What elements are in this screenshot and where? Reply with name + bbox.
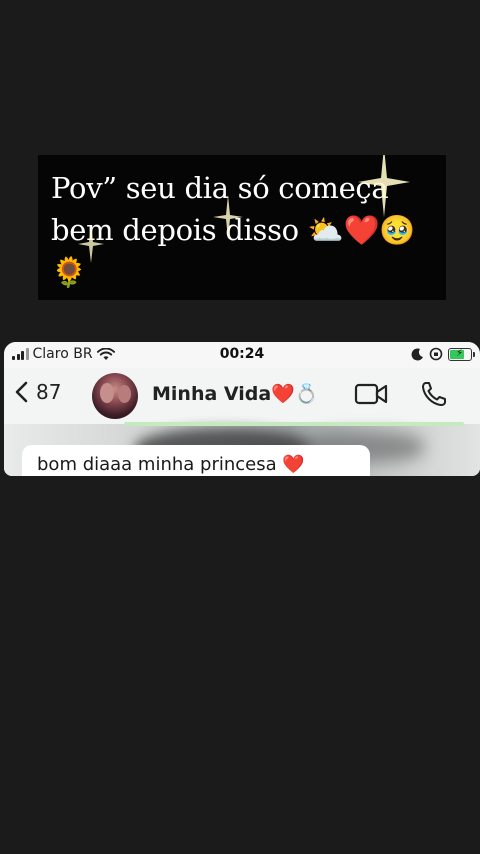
outgoing-bubble-edge xyxy=(124,422,464,426)
chat-screenshot: Claro BR 00:24 ⚡ 87 Minha Vida❤️💍 bom di… xyxy=(4,342,480,476)
battery-icon: ⚡ xyxy=(448,347,475,361)
avatar[interactable] xyxy=(92,373,138,419)
back-button[interactable]: 87 xyxy=(14,380,61,404)
caption-line-1: Pov” seu dia só começa xyxy=(51,171,389,205)
message-bubble[interactable]: bom diaaa minha princesa ❤️ xyxy=(22,445,370,476)
caption-text: Pov” seu dia só começa bem depois disso … xyxy=(51,167,441,293)
status-time: 00:24 xyxy=(219,346,265,362)
moon-icon xyxy=(411,347,423,360)
status-icons: ⚡ xyxy=(411,347,475,361)
contact-name[interactable]: Minha Vida❤️💍 xyxy=(152,382,319,405)
chevron-left-icon xyxy=(15,381,28,403)
video-call-icon[interactable] xyxy=(354,382,388,406)
unread-count: 87 xyxy=(36,380,62,404)
caption-box: Pov” seu dia só começa bem depois disso … xyxy=(38,155,446,300)
orientation-lock-icon xyxy=(429,347,443,361)
chat-header: 87 Minha Vida❤️💍 xyxy=(4,368,480,424)
story-screen: Pov” seu dia só começa bem depois disso … xyxy=(0,0,480,854)
message-text: bom diaaa minha princesa ❤️ xyxy=(37,454,305,475)
caption-line-3: 🌻 xyxy=(51,255,87,289)
phone-icon[interactable] xyxy=(420,380,448,408)
status-bar: Claro BR 00:24 ⚡ xyxy=(4,342,480,368)
caption-line-2: bem depois disso ⛅❤️🥹 xyxy=(51,213,416,247)
